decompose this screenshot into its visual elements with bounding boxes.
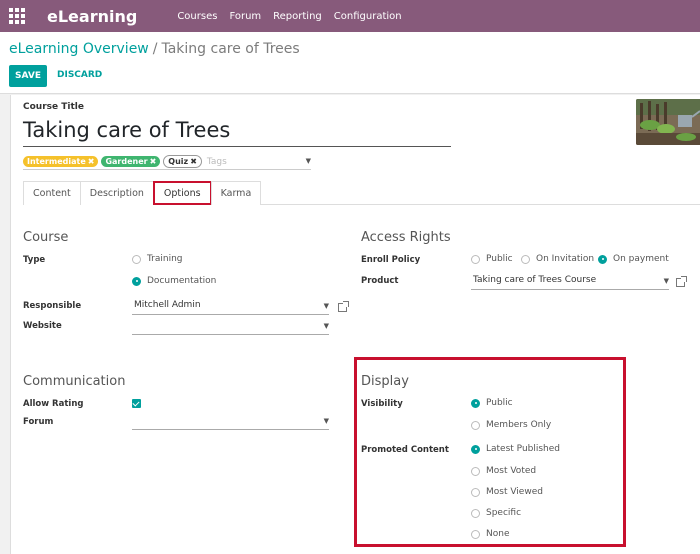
menu-item-forum[interactable]: Forum [229, 11, 261, 22]
breadcrumb-parent-link[interactable]: eLearning Overview [9, 41, 149, 57]
menu-item-reporting[interactable]: Reporting [273, 11, 322, 22]
save-button[interactable]: SAVE [9, 65, 47, 87]
display-highlight-box [354, 357, 626, 547]
menu-item-configuration[interactable]: Configuration [334, 11, 402, 22]
tag-quiz[interactable]: Quiz ✖ [163, 155, 202, 168]
top-navbar: eLearning Courses Forum Reporting Config… [0, 0, 700, 32]
chevron-down-icon[interactable]: ▼ [324, 322, 329, 330]
type-label: Type [23, 255, 46, 265]
discard-button[interactable]: DISCARD [57, 70, 102, 80]
responsible-label: Responsible [23, 301, 82, 311]
allow-rating-checkbox[interactable] [132, 399, 141, 408]
course-title-label: Course Title [23, 102, 84, 112]
enroll-option-label: On payment [613, 254, 669, 264]
responsible-value: Mitchell Admin [134, 300, 201, 310]
access-rights-group-title: Access Rights [361, 230, 451, 245]
product-select[interactable]: Taking care of Trees Course ▼ [471, 275, 669, 290]
breadcrumb: eLearning Overview / Taking care of Trees [9, 41, 300, 57]
website-select[interactable]: ▼ [132, 320, 329, 335]
course-title-input[interactable]: Taking care of Trees [23, 117, 451, 147]
website-label: Website [23, 321, 62, 331]
app-name[interactable]: eLearning [47, 7, 137, 26]
enroll-option-on-payment[interactable]: On payment [598, 254, 669, 264]
chevron-down-icon[interactable]: ▼ [324, 417, 329, 425]
type-option-label: Documentation [147, 276, 217, 286]
enroll-option-public[interactable]: Public [471, 254, 513, 264]
tag-label: Intermediate [27, 157, 86, 166]
notebook-tabs: Content Description Options Karma [23, 181, 700, 205]
tab-karma[interactable]: Karma [210, 181, 262, 205]
enroll-option-on-invitation[interactable]: On Invitation [521, 254, 594, 264]
breadcrumb-current: Taking care of Trees [161, 41, 300, 57]
tag-label: Gardener [105, 157, 148, 166]
radio-icon[interactable] [132, 254, 141, 264]
radio-checked-icon[interactable] [132, 276, 141, 286]
course-group-title: Course [23, 230, 69, 245]
type-option-label: Training [147, 254, 183, 264]
tag-gardener[interactable]: Gardener ✖ [101, 156, 161, 167]
tab-options[interactable]: Options [152, 181, 212, 205]
chevron-down-icon[interactable]: ▼ [306, 157, 311, 165]
tag-label: Quiz [168, 157, 189, 166]
radio-checked-icon[interactable] [598, 254, 607, 264]
product-label: Product [361, 276, 399, 286]
remove-tag-icon[interactable]: ✖ [190, 157, 197, 166]
control-panel: eLearning Overview / Taking care of Trees … [0, 32, 700, 94]
remove-tag-icon[interactable]: ✖ [88, 157, 95, 166]
menu-item-courses[interactable]: Courses [177, 11, 217, 22]
chevron-down-icon[interactable]: ▼ [324, 302, 329, 310]
tag-intermediate[interactable]: Intermediate ✖ [23, 156, 99, 167]
responsible-select[interactable]: Mitchell Admin ▼ [132, 300, 329, 315]
remove-tag-icon[interactable]: ✖ [150, 157, 157, 166]
radio-icon[interactable] [471, 254, 480, 264]
forum-label: Forum [23, 417, 54, 427]
product-value: Taking care of Trees Course [473, 275, 597, 285]
forum-select[interactable]: ▼ [132, 415, 329, 430]
enroll-option-label: Public [486, 254, 513, 264]
tab-description[interactable]: Description [79, 181, 154, 205]
tags-field[interactable]: Intermediate ✖ Gardener ✖ Quiz ✖ Tags ▼ [23, 154, 311, 170]
communication-group-title: Communication [23, 374, 126, 389]
chevron-down-icon[interactable]: ▼ [664, 277, 669, 285]
external-link-icon[interactable] [338, 301, 349, 312]
breadcrumb-separator: / [152, 41, 158, 57]
external-link-icon[interactable] [676, 276, 687, 287]
apps-menu-icon[interactable] [9, 8, 25, 24]
enroll-option-label: On Invitation [536, 254, 595, 264]
type-option-documentation[interactable]: Documentation [132, 276, 216, 286]
main-menu: Courses Forum Reporting Configuration [177, 11, 413, 22]
form-sheet: Course Title Taking care of Trees Interm… [10, 95, 700, 554]
type-option-training[interactable]: Training [132, 254, 183, 264]
tags-placeholder[interactable]: Tags [207, 157, 227, 167]
radio-icon[interactable] [521, 254, 530, 264]
course-image[interactable] [636, 99, 700, 145]
allow-rating-label: Allow Rating [23, 399, 84, 409]
enroll-policy-label: Enroll Policy [361, 255, 421, 265]
tab-content[interactable]: Content [23, 181, 81, 205]
